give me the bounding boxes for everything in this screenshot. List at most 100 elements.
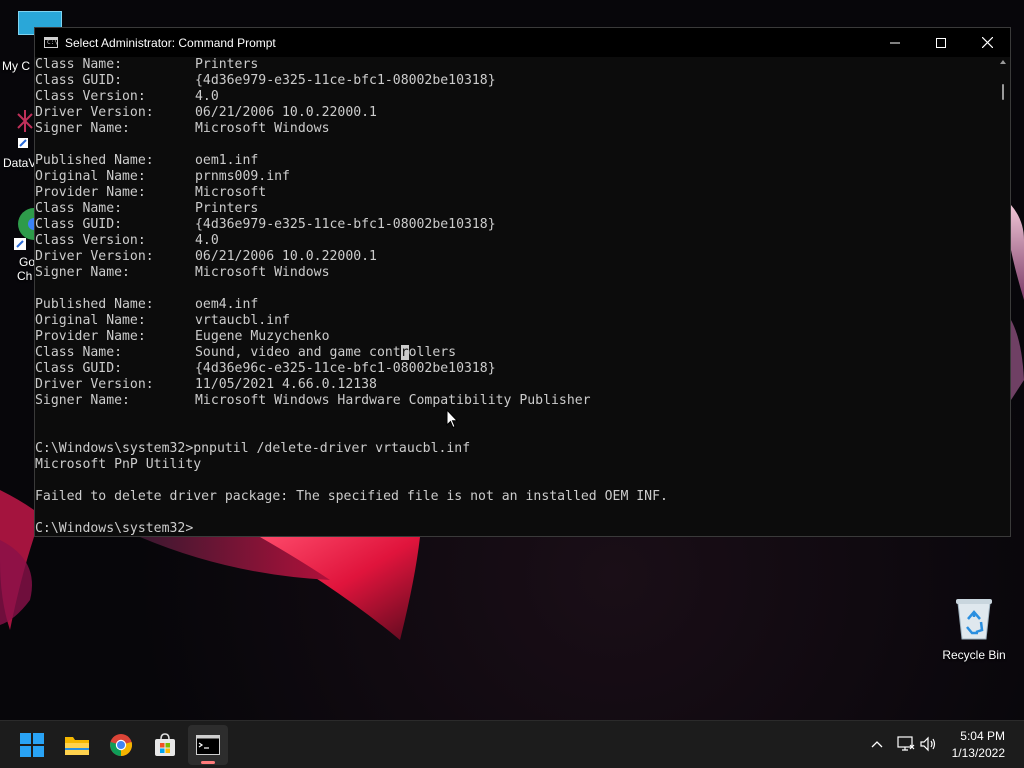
taskbar-command-prompt[interactable] — [188, 725, 228, 765]
console-line: Driver Version: 06/21/2006 10.0.22000.1 — [35, 249, 998, 265]
clock-date: 1/13/2022 — [951, 746, 1005, 760]
console-field-label: Published Name: — [35, 153, 154, 168]
console-line: Class GUID: {4d36e979-e325-11ce-bfc1-0800… — [35, 73, 998, 89]
scroll-up-arrow-icon[interactable] — [1000, 60, 1006, 64]
taskbar-chrome[interactable] — [101, 725, 141, 765]
console-line: C:\Windows\system32> — [35, 521, 998, 536]
desktop-icon-label: DataV — [3, 156, 37, 170]
show-hidden-icons-button[interactable] — [866, 721, 888, 767]
vertical-scrollbar[interactable] — [996, 57, 1010, 536]
minimize-icon — [890, 42, 900, 43]
start-button[interactable] — [12, 725, 52, 765]
console-line: Microsoft PnP Utility — [35, 457, 998, 473]
maximize-icon — [936, 37, 946, 48]
console-field-label: Driver Version: — [35, 105, 154, 120]
command-prompt-app-icon: C:\ — [44, 37, 58, 48]
console-line: Original Name: prnms009.inf — [35, 169, 998, 185]
console-field-label: Class Version: — [35, 89, 146, 104]
console-field-label: Signer Name: — [35, 393, 130, 408]
console-field-value: Eugene Muzychenko — [195, 329, 330, 344]
console-line: Published Name: oem1.inf — [35, 153, 998, 169]
console-field-value: {4d36e979-e325-11ce-bfc1-08002be10318} — [195, 217, 496, 232]
console-field-label: Signer Name: — [35, 121, 130, 136]
console-line: Failed to delete driver package: The spe… — [35, 489, 998, 505]
console-field-label: Provider Name: — [35, 329, 146, 344]
taskbar: 5:04 PM 1/13/2022 — [0, 720, 1024, 768]
command-prompt-icon — [196, 735, 220, 755]
taskbar-clock[interactable]: 5:04 PM 1/13/2022 — [952, 728, 1005, 762]
minimize-button[interactable] — [872, 28, 918, 57]
console-line: Driver Version: 11/05/2021 4.66.0.12138 — [35, 377, 998, 393]
console-line: Signer Name: Microsoft Windows — [35, 265, 998, 281]
console-line: Class Name: Printers — [35, 201, 998, 217]
recycle-bin-icon — [956, 599, 992, 640]
window-titlebar[interactable]: C:\ Select Administrator: Command Prompt — [35, 28, 1010, 57]
network-button[interactable] — [895, 721, 917, 767]
windows-start-icon — [20, 733, 44, 757]
datav-icon — [17, 110, 33, 148]
console-field-label: Class Name: — [35, 345, 123, 360]
window-title: Select Administrator: Command Prompt — [65, 35, 276, 50]
console-line: Signer Name: Microsoft Windows Hardware C… — [35, 393, 998, 409]
console-field-label: Original Name: — [35, 313, 146, 328]
console-field-label: Driver Version: — [35, 249, 154, 264]
taskbar-file-explorer[interactable] — [57, 725, 97, 765]
console-field-value: 06/21/2006 10.0.22000.1 — [195, 105, 377, 120]
console-line: Driver Version: 06/21/2006 10.0.22000.1 — [35, 105, 998, 121]
taskbar-microsoft-store[interactable] — [145, 725, 185, 765]
chrome-icon — [110, 734, 133, 756]
scrollbar-thumb[interactable] — [1002, 84, 1004, 100]
close-icon — [981, 37, 993, 48]
console-line: Signer Name: Microsoft Windows — [35, 121, 998, 137]
console-field-label: Class GUID: — [35, 217, 123, 232]
console-field-label: Class Version: — [35, 233, 146, 248]
console-field-value: Microsoft Windows — [195, 265, 330, 280]
console-field-value: Sound, video and game controllers — [195, 345, 457, 360]
close-button[interactable] — [964, 28, 1010, 57]
console-line: Class Name: Printers — [35, 57, 998, 73]
console-output[interactable]: Class Name: Printers Class GUID: {4d36e979-… — [35, 57, 998, 536]
command-prompt-window[interactable]: C:\ Select Administrator: Command Prompt… — [34, 27, 1011, 537]
console-field-label: Signer Name: — [35, 265, 130, 280]
console-line: Original Name: vrtaucbl.inf — [35, 313, 998, 329]
console-line: Class Version: 4.0 — [35, 233, 998, 249]
console-field-label: Provider Name: — [35, 185, 146, 200]
desktop-icon-recycle-bin[interactable]: Recycle Bin — [937, 597, 1011, 662]
console-line: Published Name: oem4.inf — [35, 297, 998, 313]
console-line: Class GUID: {4d36e96c-e325-11ce-bfc1-0800… — [35, 361, 998, 377]
console-field-value: {4d36e96c-e325-11ce-bfc1-08002be10318} — [195, 361, 496, 376]
console-field-label: Driver Version: — [35, 377, 154, 392]
console-line-text: C:\Windows\system32> — [35, 521, 194, 536]
console-line: Class Version: 4.0 — [35, 89, 998, 105]
console-field-label: Published Name: — [35, 297, 154, 312]
desktop-icon-label: Go — [19, 255, 36, 269]
console-line-text: Failed to delete driver package: The spe… — [35, 489, 668, 504]
console-line: Provider Name: Eugene Muzychenko — [35, 329, 998, 345]
console-field-value: Printers — [195, 201, 259, 216]
console-line-text: Microsoft PnP Utility — [35, 457, 202, 472]
chrome-shortcut-icon — [14, 208, 36, 250]
microsoft-store-icon — [155, 733, 175, 756]
console-field-value: Microsoft Windows Hardware Compatibility… — [195, 393, 591, 408]
console-line: Class GUID: {4d36e979-e325-11ce-bfc1-0800… — [35, 217, 998, 233]
file-explorer-icon — [65, 737, 89, 755]
console-line: C:\Windows\system32>pnputil /delete-driv… — [35, 441, 998, 457]
console-field-value: 06/21/2006 10.0.22000.1 — [195, 249, 377, 264]
console-field-value: oem1.inf — [195, 153, 259, 168]
console-field-value: Microsoft Windows — [195, 121, 330, 136]
console-field-value: 4.0 — [195, 233, 219, 248]
volume-button[interactable] — [918, 721, 940, 767]
maximize-button[interactable] — [918, 28, 964, 57]
recycle-bin-label: Recycle Bin — [942, 648, 1006, 662]
console-field-label: Class GUID: — [35, 73, 123, 88]
console-line-text: C:\Windows\system32>pnputil /delete-driv… — [35, 441, 471, 456]
console-field-label: Class Name: — [35, 201, 123, 216]
console-field-value: oem4.inf — [195, 297, 259, 312]
console-field-value: 4.0 — [195, 89, 219, 104]
active-app-indicator — [201, 761, 215, 764]
